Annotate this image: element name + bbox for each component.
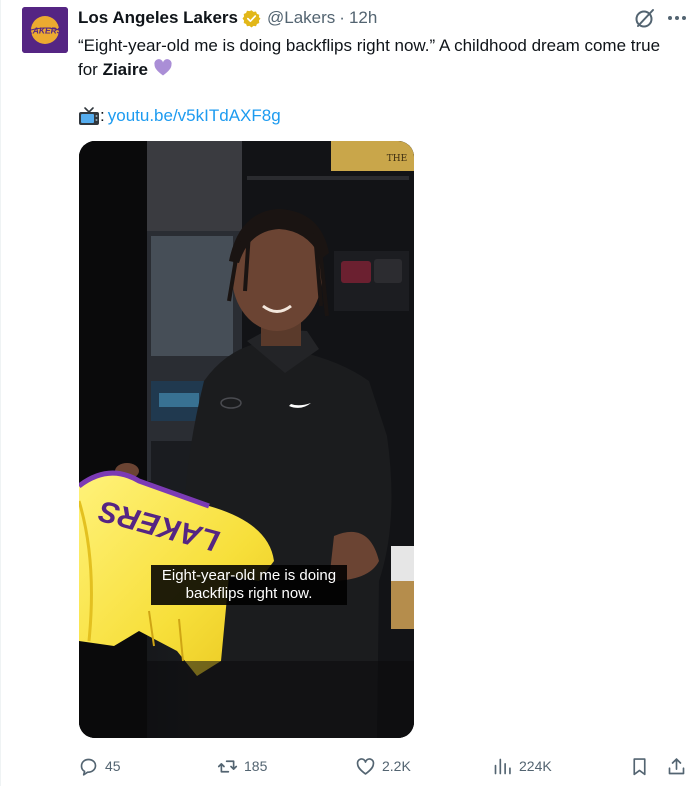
tv-emoji-icon <box>79 107 99 125</box>
video-frame: THE LAKERS <box>79 141 414 738</box>
display-name[interactable]: Los Angeles Lakers <box>78 8 238 28</box>
mention-name: Ziaire <box>102 60 148 79</box>
handle[interactable]: @Lakers <box>267 8 335 28</box>
like-icon <box>356 757 375 775</box>
reply-icon <box>80 758 97 776</box>
separator-dot: · <box>339 8 345 27</box>
caption-line-2: backflips right now. <box>185 585 313 602</box>
caption-line-1: Eight-year-old me is doing <box>161 567 337 584</box>
link-prefix: : <box>100 106 105 125</box>
video-caption: Eight-year-old me is doing backflips rig… <box>151 565 347 605</box>
left-border <box>0 0 1 786</box>
locker-sign-text: THE <box>387 154 407 164</box>
timestamp[interactable]: 12h <box>349 8 377 28</box>
video-player[interactable]: THE LAKERS Eight-year-old me is doing ba… <box>79 141 414 738</box>
more-icon[interactable] <box>664 6 690 30</box>
share-icon <box>668 757 685 774</box>
reply-count: 45 <box>105 758 121 774</box>
verified-badge-icon <box>242 9 261 27</box>
like-count: 2.2K <box>382 758 411 774</box>
reply-button[interactable]: 45 <box>78 752 121 780</box>
bookmark-icon <box>633 757 646 775</box>
views-count: 224K <box>519 758 552 774</box>
purple-heart-emoji <box>154 59 172 76</box>
tweet-header: Los Angeles Lakers @Lakers · 12h <box>78 7 377 29</box>
repost-button[interactable]: 185 <box>217 752 267 780</box>
repost-count: 185 <box>244 758 268 774</box>
tweet-text: “Eight-year-old me is doing backflips ri… <box>78 34 678 82</box>
share-button[interactable] <box>666 752 687 780</box>
like-button[interactable]: 2.2K <box>355 752 411 780</box>
grok-icon[interactable] <box>633 6 657 30</box>
action-bar: 45 185 2.2K 224K <box>78 752 690 780</box>
avatar[interactable]: LAKERS <box>22 7 68 53</box>
views-icon <box>494 758 511 774</box>
avatar-logo-text: LAKERS <box>28 26 63 36</box>
youtube-link[interactable]: youtu.be/v5kITdAXF8g <box>108 106 281 126</box>
link-line: : youtu.be/v5kITdAXF8g <box>78 104 281 128</box>
views-button[interactable]: 224K <box>492 752 552 780</box>
bookmark-button[interactable] <box>629 752 650 780</box>
repost-icon <box>217 759 238 773</box>
